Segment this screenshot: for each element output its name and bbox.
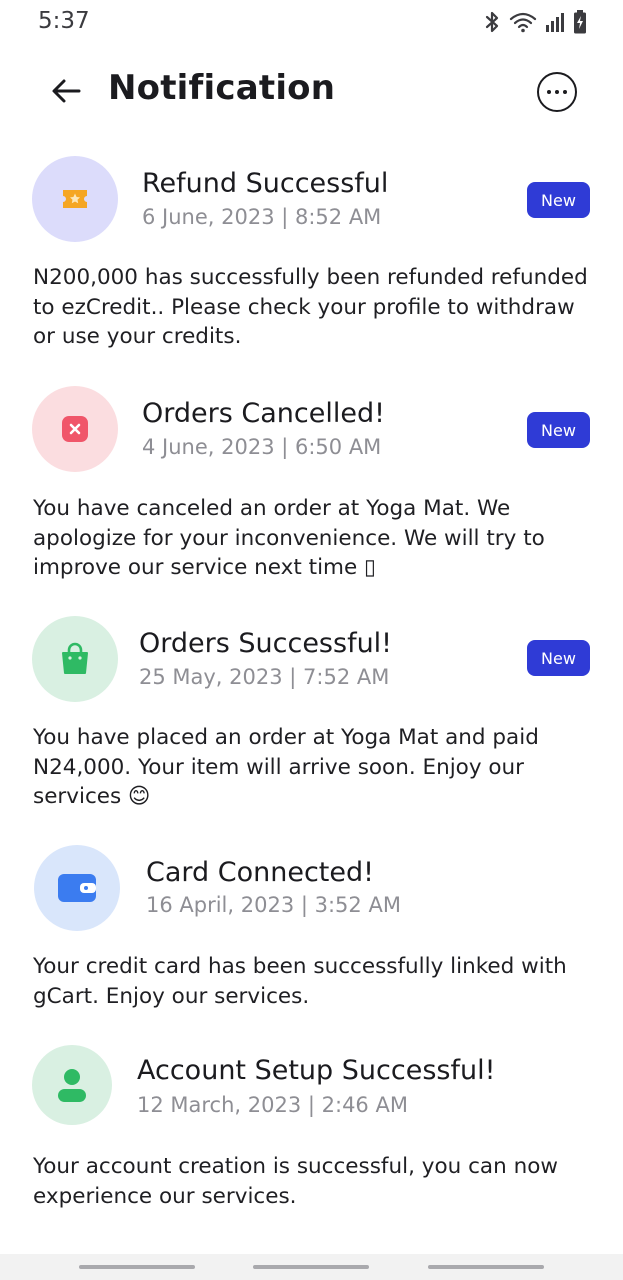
- nav-back-button[interactable]: [428, 1265, 544, 1269]
- system-nav-bar: [0, 1254, 623, 1280]
- nav-recent-button[interactable]: [79, 1265, 195, 1269]
- notification-body: Your account creation is successful, you…: [33, 1154, 558, 1209]
- notification-body: You have canceled an order at Yoga Mat. …: [33, 496, 545, 580]
- wallet-icon: [58, 874, 96, 902]
- more-button[interactable]: [537, 72, 577, 112]
- more-dot: [547, 90, 551, 94]
- battery-charging-icon: [574, 10, 586, 34]
- notification-time: 25 May, 2023 | 7:52 AM: [139, 665, 390, 689]
- notification-body: Your credit card has been successfully l…: [33, 954, 567, 1009]
- user-icon: [58, 1069, 86, 1102]
- notification-time: 6 June, 2023 | 8:52 AM: [142, 205, 382, 229]
- notification-time: 4 June, 2023 | 6:50 AM: [142, 435, 382, 459]
- shopping-bag-icon: [62, 642, 88, 674]
- page-title: Notification: [108, 68, 336, 108]
- ticket-icon: [63, 190, 87, 208]
- status-time: 5:37: [38, 8, 90, 34]
- new-badge: New: [527, 182, 590, 218]
- more-dot: [563, 90, 567, 94]
- close-square-icon: [62, 416, 88, 442]
- notification-time: 16 April, 2023 | 3:52 AM: [146, 893, 401, 917]
- notification-icon-circle: [32, 156, 118, 242]
- nav-home-button[interactable]: [253, 1265, 369, 1269]
- new-badge: New: [527, 640, 590, 676]
- back-button[interactable]: [50, 74, 84, 108]
- status-icons: [483, 10, 587, 34]
- notification-body: N200,000 has successfully been refunded …: [33, 265, 588, 349]
- notification-title: Refund Successful: [142, 168, 389, 199]
- notification-icon-circle: [32, 1045, 112, 1125]
- bluetooth-icon: [485, 11, 499, 33]
- more-dot: [555, 90, 559, 94]
- notification-title: Orders Successful!: [139, 628, 393, 659]
- arrow-left-icon: [52, 79, 81, 103]
- notification-body: You have placed an order at Yoga Mat and…: [33, 725, 539, 809]
- notification-time: 12 March, 2023 | 2:46 AM: [137, 1093, 408, 1117]
- new-badge: New: [527, 412, 590, 448]
- notification-title: Account Setup Successful!: [137, 1055, 496, 1086]
- wifi-icon: [509, 12, 537, 33]
- notification-icon-circle: [32, 386, 118, 472]
- notification-icon-circle: [32, 616, 118, 702]
- notification-title: Card Connected!: [146, 857, 374, 888]
- notification-icon-circle: [34, 845, 120, 931]
- notification-title: Orders Cancelled!: [142, 398, 385, 429]
- signal-icon: [546, 13, 564, 32]
- status-bar: 5:37: [0, 0, 623, 46]
- app-bar: Notification: [0, 62, 623, 122]
